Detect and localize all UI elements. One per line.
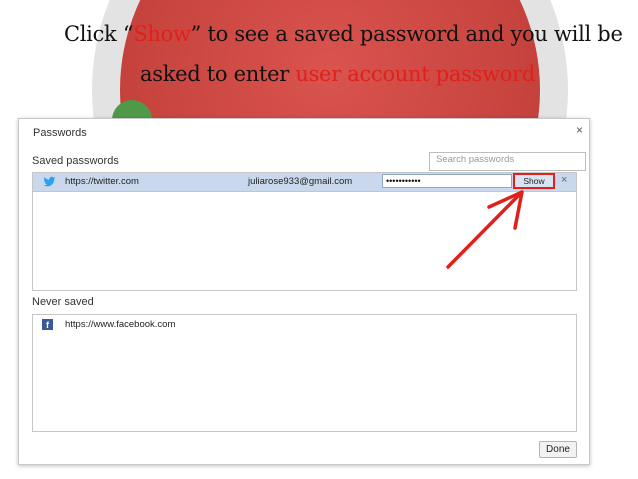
caption-line-1: Click “Show” to see a saved password and… bbox=[0, 14, 638, 54]
twitter-icon bbox=[43, 176, 56, 187]
saved-password-field[interactable]: ••••••••••• bbox=[382, 174, 512, 188]
never-saved-label: Never saved bbox=[32, 296, 94, 308]
never-saved-row[interactable]: f https://www.facebook.com bbox=[33, 315, 576, 333]
saved-username: juliarose933@gmail.com bbox=[248, 176, 353, 187]
show-password-button[interactable]: Show bbox=[513, 173, 555, 189]
search-passwords-input[interactable]: Search passwords bbox=[429, 152, 586, 171]
dialog-title: Passwords bbox=[33, 127, 87, 139]
caption-text: Click “ bbox=[64, 22, 134, 46]
slide-caption: Click “Show” to see a saved password and… bbox=[0, 14, 638, 94]
done-button[interactable]: Done bbox=[539, 441, 577, 458]
caption-highlight-account-password: user account password bbox=[295, 62, 535, 86]
never-saved-list: f https://www.facebook.com bbox=[32, 314, 577, 432]
remove-entry-icon[interactable]: × bbox=[561, 174, 567, 186]
caption-highlight-show: Show bbox=[133, 22, 191, 46]
never-saved-site-url: https://www.facebook.com bbox=[65, 319, 176, 330]
caption-text: asked to enter bbox=[140, 62, 296, 86]
saved-site-url: https://twitter.com bbox=[65, 176, 139, 187]
saved-passwords-label: Saved passwords bbox=[32, 155, 119, 167]
passwords-dialog: Passwords × Saved passwords Search passw… bbox=[18, 118, 590, 465]
caption-line-2: asked to enter user account password bbox=[0, 54, 638, 94]
caption-text: ” to see a saved password and you will b… bbox=[190, 22, 623, 46]
saved-passwords-list: https://twitter.com juliarose933@gmail.c… bbox=[32, 172, 577, 291]
saved-password-row[interactable]: https://twitter.com juliarose933@gmail.c… bbox=[33, 173, 576, 192]
close-icon[interactable]: × bbox=[576, 123, 583, 137]
facebook-icon: f bbox=[42, 319, 53, 330]
